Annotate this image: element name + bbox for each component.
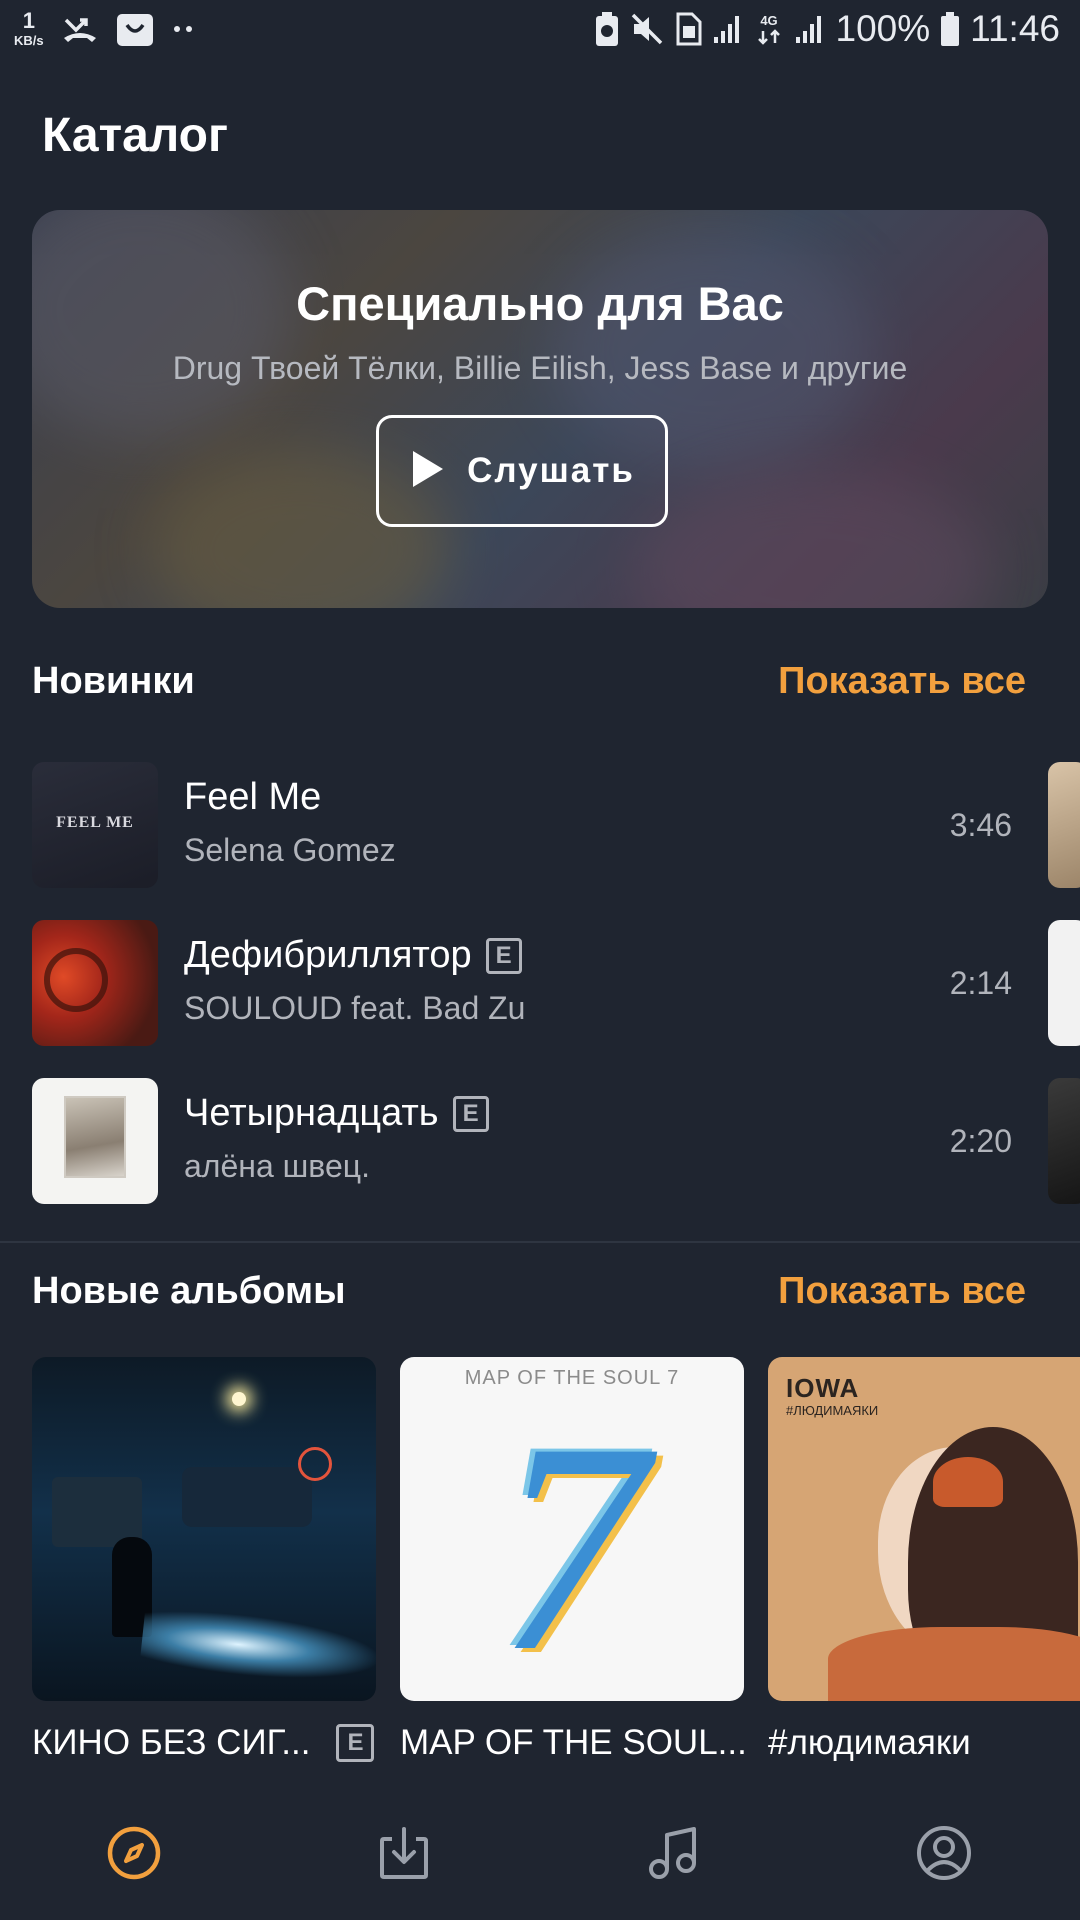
track-title-wrap: Четырнадцать E [184, 1092, 489, 1135]
album-cover-art [139, 1604, 376, 1690]
explicit-icon: E [485, 937, 522, 974]
album-cover-numeral: 7 [497, 1381, 647, 1701]
status-bar: 1 KB/s 4G 100% 11:46 [0, 0, 1080, 66]
compass-icon [106, 1825, 162, 1886]
network-speed-unit: KB/s [14, 33, 44, 48]
clock: 11:46 [970, 8, 1060, 49]
track-row[interactable]: Дефибриллятор E SOULOUD feat. Bad Zu 2:1… [32, 920, 1012, 1046]
track-row[interactable]: FEEL ME Feel Me Selena Gomez 3:46 [32, 762, 1012, 888]
album-cover-brand: IOWA [786, 1373, 860, 1403]
album-title-wrap: КИНО БЕЗ СИГ... E [32, 1723, 376, 1763]
album-cover [32, 1357, 376, 1701]
track-artist: Selena Gomez [184, 832, 396, 868]
signal-icon [712, 13, 744, 45]
section-divider [0, 1241, 1080, 1243]
mute-icon [630, 12, 664, 46]
track-row[interactable]: Четырнадцать E алёна швец. 2:20 [32, 1078, 1012, 1204]
track-title: Feel Me [184, 776, 322, 818]
page-title: Каталог [42, 109, 228, 162]
listen-button[interactable]: Слушать [376, 415, 668, 527]
explicit-icon: E [336, 1724, 375, 1762]
new-tracks-title: Новинки [32, 660, 195, 702]
personal-mix-card[interactable]: Специально для Вас Drug Твоей Тёлки, Bil… [32, 210, 1048, 608]
track-cover [32, 1078, 158, 1204]
album-cover-art [232, 1392, 246, 1406]
track-cover: FEEL ME [32, 762, 158, 888]
track-title: Четырнадцать [184, 1092, 439, 1134]
album-title: КИНО БЕЗ СИГ... [32, 1723, 311, 1762]
signal-icon [794, 13, 826, 45]
new-tracks-show-all-link[interactable]: Показать все [778, 660, 1026, 703]
battery-percent: 100% [835, 8, 931, 49]
album-card[interactable]: MAP OF THE SOUL 7 7 MAP OF THE SOUL... [400, 1357, 747, 1763]
network-type-label: 4G [760, 13, 777, 28]
track-artist: алёна швец. [184, 1148, 370, 1184]
album-title: MAP OF THE SOUL... [400, 1723, 747, 1762]
album-cover: MAP OF THE SOUL 7 7 [400, 1357, 744, 1701]
tab-downloads[interactable] [359, 1810, 449, 1900]
track-cover-art [64, 1096, 126, 1178]
new-albums-show-all-link[interactable]: Показать все [778, 1270, 1026, 1313]
album-title-wrap: MAP OF THE SOUL... [400, 1723, 747, 1763]
track-title-wrap: Feel Me [184, 776, 321, 819]
track-artist: SOULOUD feat. Bad Zu [184, 990, 526, 1026]
network-speed-value: 1 [22, 8, 35, 33]
album-cover: IOWA #ЛЮДИМАЯКИ [768, 1357, 1080, 1701]
next-track-cover-peek[interactable] [1048, 762, 1080, 888]
next-track-cover-peek[interactable] [1048, 920, 1080, 1046]
album-cover-art [828, 1627, 1080, 1701]
explicit-icon: E [452, 1095, 489, 1132]
network-type-icon: 4G [754, 11, 784, 47]
download-icon [378, 1825, 430, 1886]
play-icon [409, 449, 445, 494]
track-title: Дефибриллятор [184, 934, 472, 976]
track-cover-art [44, 948, 108, 1012]
network-speed: 1 KB/s [14, 8, 44, 48]
album-cover-art [933, 1457, 1003, 1507]
album-title: #людимаяки [768, 1723, 971, 1762]
tab-my-music[interactable] [627, 1810, 717, 1900]
album-cover-art [298, 1447, 332, 1481]
track-duration: 2:20 [949, 1123, 1012, 1159]
hero-subtitle: Drug Твоей Тёлки, Billie Eilish, Jess Ba… [172, 350, 908, 386]
shopping-bag-icon [116, 11, 154, 47]
music-note-icon [646, 1825, 698, 1886]
hero-background-blur [632, 470, 992, 608]
new-albums-title: Новые альбомы [32, 1270, 346, 1312]
listen-button-label: Слушать [467, 451, 635, 490]
track-duration: 2:14 [949, 965, 1012, 1001]
bottom-tab-bar [0, 1790, 1080, 1920]
profile-icon [915, 1824, 973, 1887]
more-notifications-icon [172, 24, 196, 34]
tab-catalog[interactable] [89, 1810, 179, 1900]
album-card[interactable]: КИНО БЕЗ СИГ... E [32, 1357, 376, 1763]
battery-saver-icon [594, 11, 620, 47]
battery-icon [940, 11, 960, 47]
track-duration: 3:46 [949, 807, 1012, 843]
hero-title: Специально для Вас [296, 277, 784, 330]
sim-card-icon [674, 12, 702, 46]
tab-profile[interactable] [899, 1810, 989, 1900]
album-cover-art [182, 1467, 312, 1527]
missed-call-icon [62, 14, 98, 44]
next-track-cover-peek[interactable] [1048, 1078, 1080, 1204]
album-title-wrap: #людимаяки [768, 1723, 1080, 1763]
album-card[interactable]: IOWA #ЛЮДИМАЯКИ #людимаяки [768, 1357, 1080, 1763]
track-cover [32, 920, 158, 1046]
track-title-wrap: Дефибриллятор E [184, 934, 522, 977]
track-cover-text: FEEL ME [56, 814, 134, 831]
album-cover-subtitle: #ЛЮДИМАЯКИ [786, 1403, 879, 1418]
